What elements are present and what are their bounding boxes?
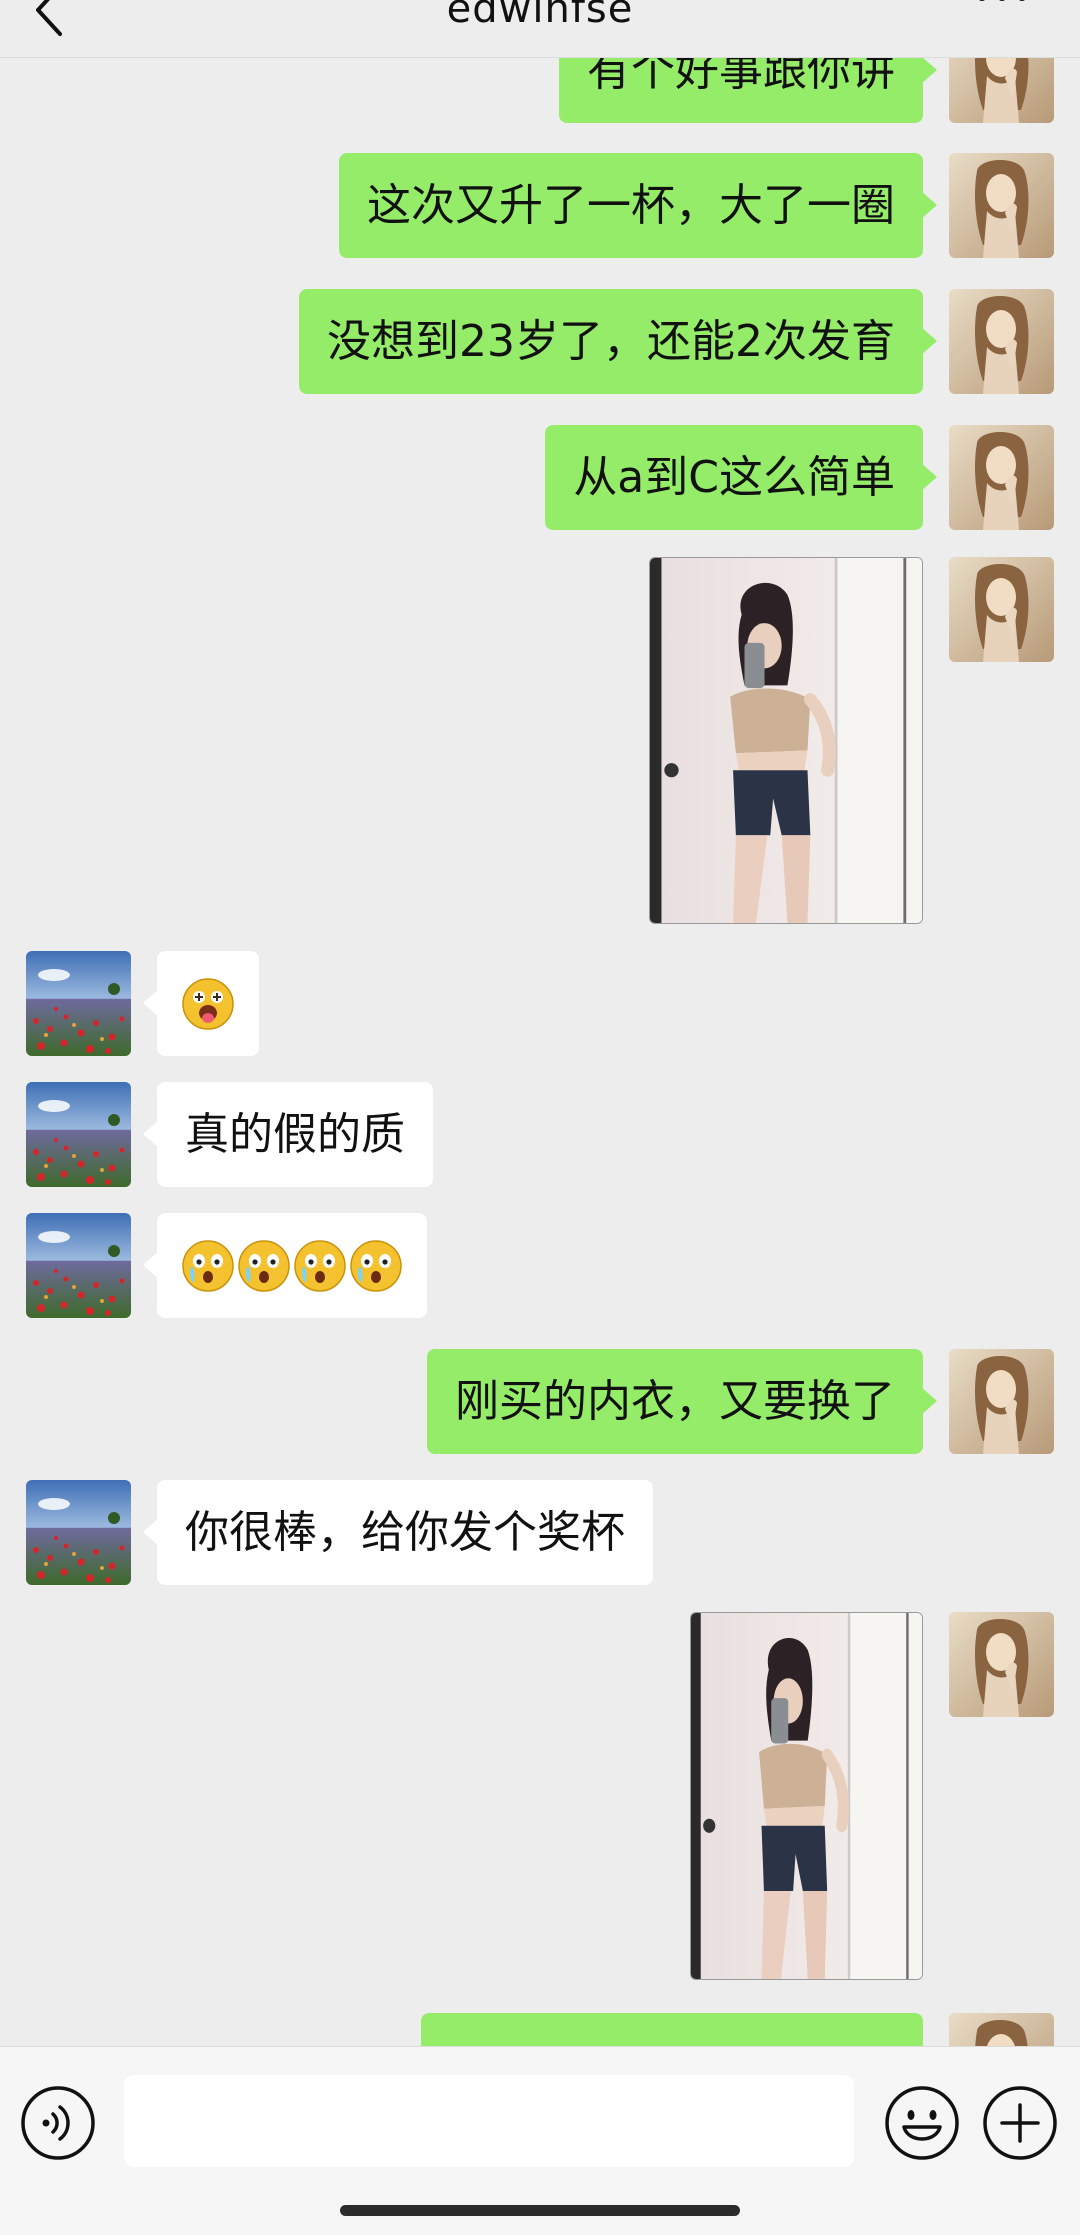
my-avatar[interactable] — [949, 153, 1054, 258]
tongue-out-emoji-icon — [181, 977, 235, 1031]
chat-title: edwinfse — [446, 0, 634, 32]
my-avatar[interactable] — [949, 1612, 1054, 1717]
message-bubble[interactable]: 这次又升了一杯，大了一圈 — [339, 153, 937, 258]
my-avatar[interactable] — [949, 2013, 1054, 2046]
photo-message[interactable] — [649, 557, 923, 924]
contact-avatar[interactable] — [26, 1480, 131, 1585]
voice-button[interactable] — [20, 2085, 96, 2161]
message-bubble[interactable] — [421, 2013, 923, 2046]
plus-icon — [983, 2086, 1057, 2160]
emoji-icon — [885, 2086, 959, 2160]
plus-button[interactable] — [982, 2085, 1058, 2161]
message-bubble[interactable]: 真的假的质 — [143, 1082, 433, 1187]
shocked-emoji-icon — [237, 1239, 291, 1293]
message-bubble[interactable]: 你很棒，给你发个奖杯 — [143, 1480, 653, 1585]
message-bubble[interactable]: 没想到23岁了，还能2次发育 — [299, 289, 937, 394]
shocked-emoji-icon — [181, 1239, 235, 1293]
contact-avatar[interactable] — [26, 1082, 131, 1187]
my-avatar[interactable] — [949, 425, 1054, 530]
my-avatar[interactable] — [949, 289, 1054, 394]
emoji-message[interactable] — [143, 1213, 427, 1318]
shocked-emoji-icon — [349, 1239, 403, 1293]
voice-icon — [21, 2086, 95, 2160]
more-dots-icon[interactable] — [972, 0, 1032, 12]
contact-avatar[interactable] — [26, 951, 131, 1056]
emoji-message[interactable] — [143, 951, 259, 1056]
message-bubble[interactable]: 刚买的内衣，又要换了 — [427, 1349, 937, 1454]
message-bubble[interactable]: 从a到C这么简单 — [545, 425, 937, 530]
my-avatar[interactable] — [949, 557, 1054, 662]
home-indicator[interactable] — [340, 2205, 740, 2216]
contact-avatar[interactable] — [26, 1213, 131, 1318]
shocked-emoji-icon — [293, 1239, 347, 1293]
message-input[interactable] — [124, 2075, 854, 2167]
chat-scroll-area[interactable]: 有个好事跟你讲 这次又升了一杯，大了一圈 没想到23岁了，还能2次发育 从a到C… — [0, 0, 1080, 2046]
my-avatar[interactable] — [949, 1349, 1054, 1454]
photo-message[interactable] — [690, 1612, 923, 1980]
emoji-button[interactable] — [884, 2085, 960, 2161]
chat-header: edwinfse — [0, 0, 1080, 58]
input-bar — [0, 2046, 1080, 2235]
